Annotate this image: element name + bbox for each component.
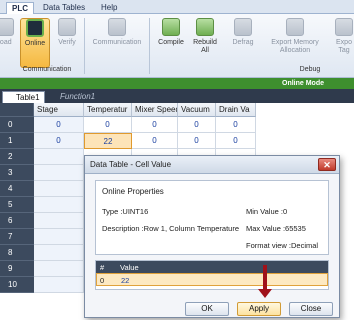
defrag-icon [234, 18, 252, 36]
format-view-label: Format view :Decimal [246, 241, 319, 250]
close-button[interactable]: Close [289, 302, 333, 316]
value-grid-header: # Value [96, 261, 328, 273]
table-cell[interactable] [34, 261, 84, 277]
table-cell[interactable]: 0 [84, 117, 132, 133]
online-button[interactable]: Online [20, 18, 50, 68]
group-label-communication: Communication [22, 66, 72, 73]
table-cell[interactable] [34, 149, 84, 165]
table-cell[interactable] [34, 245, 84, 261]
communication-button[interactable]: Communication [88, 18, 146, 68]
table-cell[interactable] [34, 229, 84, 245]
tab-help[interactable]: Help [96, 2, 122, 14]
verify-check-icon [58, 18, 76, 36]
value-grid: # Value 0 22 [95, 260, 329, 290]
dialog-title-bar: Data Table - Cell Value ✕ [85, 156, 339, 174]
type-label: Type :UINT16 [102, 207, 149, 216]
column-header[interactable]: Temperatur [84, 103, 132, 117]
apply-button[interactable]: Apply [237, 302, 281, 316]
load-button[interactable]: load [0, 18, 16, 68]
properties-header: Online Properties [102, 187, 164, 196]
export-tags-icon [335, 18, 353, 36]
export-memory-allocation-button[interactable]: Export Memory Allocation [264, 18, 326, 68]
table-cell[interactable]: 0 [132, 117, 178, 133]
online-mode-bar: Online Mode [0, 78, 354, 89]
table-cell[interactable] [34, 277, 84, 293]
value-row-index: 0 [100, 276, 105, 285]
document-tabs: Table1 Function1 [0, 89, 354, 103]
group-label-debug: Debug [299, 66, 321, 73]
row-header[interactable]: 0 [0, 117, 34, 133]
table-cell[interactable]: 0 [216, 133, 256, 149]
column-header[interactable]: Mixer Speed [132, 103, 178, 117]
min-value-label: Min Value :0 [246, 207, 288, 216]
column-header[interactable]: Vacuum [178, 103, 216, 117]
table-cell[interactable]: 0 [132, 133, 178, 149]
tab-data-tables[interactable]: Data Tables [38, 2, 90, 14]
close-icon[interactable]: ✕ [318, 158, 336, 171]
doc-tab-table1[interactable]: Table1 [2, 91, 45, 103]
app-window: PLC Data Tables Help load Online Verify … [0, 0, 354, 320]
group-separator [84, 18, 85, 74]
row-header[interactable]: 6 [0, 213, 34, 229]
value-row[interactable]: 0 22 [96, 273, 328, 286]
ribbon-tabs: PLC Data Tables Help [0, 0, 354, 14]
row-header[interactable]: 7 [0, 229, 34, 245]
rebuild-all-button[interactable]: Rebuild All [190, 18, 220, 68]
verify-button[interactable]: Verify [53, 18, 81, 68]
max-value-label: Max Value :65535 [246, 224, 306, 233]
export-tags-button[interactable]: Expo Tag [330, 18, 354, 68]
table-cell[interactable]: 0 [178, 117, 216, 133]
value-input[interactable]: 22 [121, 276, 129, 285]
row-header[interactable]: 4 [0, 181, 34, 197]
row-header[interactable]: 2 [0, 149, 34, 165]
table-cell[interactable] [34, 197, 84, 213]
monitor-icon [26, 19, 44, 37]
export-memory-icon [286, 18, 304, 36]
row-header[interactable]: 1 [0, 133, 34, 149]
callout-arrow-shaft [263, 265, 267, 291]
dialog-title: Data Table - Cell Value [90, 160, 172, 169]
row-header[interactable]: 5 [0, 197, 34, 213]
table-cell[interactable]: 0 [34, 133, 84, 149]
table-cell[interactable] [34, 213, 84, 229]
row-header[interactable]: 3 [0, 165, 34, 181]
description-label: Description :Row 1, Column Temperature [102, 224, 240, 233]
value-col-index: # [100, 263, 105, 272]
table-cell[interactable]: 0 [216, 117, 256, 133]
row-header[interactable]: 9 [0, 261, 34, 277]
table-cell[interactable]: 0 [34, 117, 84, 133]
grid-corner [0, 103, 34, 117]
download-icon [0, 18, 14, 36]
callout-arrow-icon [258, 289, 272, 298]
value-col-value: Value [120, 263, 139, 272]
column-header[interactable]: Drain Va [216, 103, 256, 117]
column-header[interactable]: Stage [34, 103, 84, 117]
cell-value-dialog: Data Table - Cell Value ✕ Online Propert… [84, 155, 340, 318]
defrag-button[interactable]: Defrag [226, 18, 260, 68]
table-cell[interactable]: 22 [84, 133, 132, 149]
compile-arrow-icon [162, 18, 180, 36]
ribbon: load Online Verify Communication Communi… [0, 14, 354, 78]
table-cell[interactable] [34, 165, 84, 181]
rebuild-arrows-icon [196, 18, 214, 36]
table-cell[interactable] [34, 181, 84, 197]
row-header[interactable]: 10 [0, 277, 34, 293]
doc-tab-function1[interactable]: Function1 [56, 91, 99, 103]
ok-button[interactable]: OK [185, 302, 229, 316]
row-header[interactable]: 8 [0, 245, 34, 261]
tab-plc[interactable]: PLC [6, 2, 34, 14]
communication-icon [108, 18, 126, 36]
table-cell[interactable]: 0 [178, 133, 216, 149]
compile-button[interactable]: Compile [154, 18, 188, 68]
group-separator [149, 18, 150, 74]
online-properties-panel: Online Properties Type :UINT16 Min Value… [95, 180, 329, 255]
